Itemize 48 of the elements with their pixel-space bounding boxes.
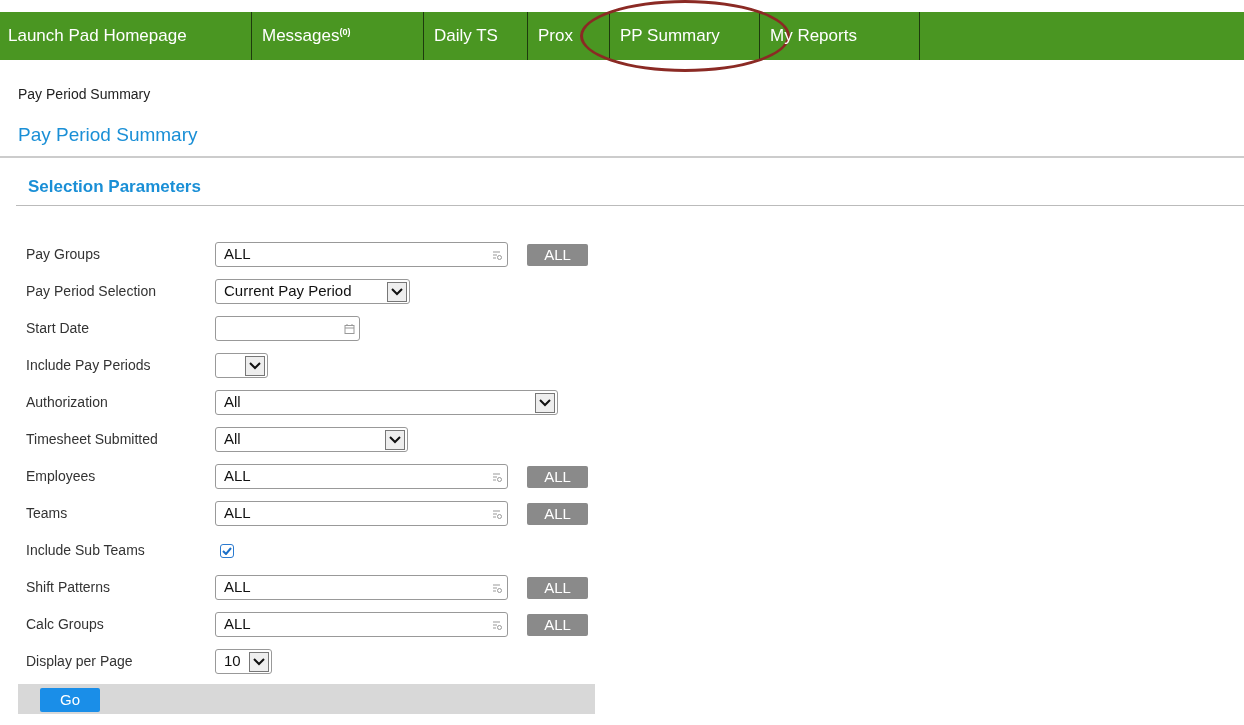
field-label: Include Sub Teams (26, 541, 146, 560)
checkbox[interactable] (220, 543, 234, 558)
nav-link[interactable]: Launch Pad Homepage (0, 12, 252, 60)
field-label: Pay Period Selection (26, 282, 157, 301)
all-button[interactable]: ALL (527, 465, 588, 488)
all-button[interactable]: ALL (527, 613, 588, 636)
section-title: Selection Parameters (16, 173, 1244, 206)
field-label: Timesheet Submitted (26, 430, 159, 449)
all-button[interactable]: ALL (527, 243, 588, 266)
lookup-field[interactable]: ALL (215, 612, 508, 637)
dropdown-value: Current Pay Period (224, 281, 352, 302)
field-value: ALL (224, 244, 251, 265)
nav-link[interactable]: Daily TS (424, 12, 528, 60)
field-label: Display per Page (26, 652, 134, 671)
dropdown[interactable]: All (215, 390, 558, 415)
dropdown[interactable] (215, 353, 268, 378)
nav-link[interactable]: Prox (528, 12, 610, 60)
field-label: Start Date (26, 319, 91, 338)
field-label: Authorization (26, 393, 109, 412)
lookup-field[interactable]: ALL (215, 242, 508, 267)
nav-link[interactable]: PP Summary (610, 12, 760, 60)
lookup-field[interactable]: ALL (215, 464, 508, 489)
field-value: ALL (224, 614, 251, 635)
nav-link[interactable]: My Reports (760, 12, 920, 60)
field-label: Teams (26, 504, 69, 523)
dropdown-value: 10 (224, 651, 241, 672)
breadcrumb: Pay Period Summary (18, 85, 152, 104)
dropdown[interactable]: All (215, 427, 408, 452)
all-button[interactable]: ALL (527, 576, 588, 599)
lookup-field[interactable]: ALL (215, 501, 508, 526)
dropdown[interactable]: Current Pay Period (215, 279, 410, 304)
date-field[interactable] (215, 316, 360, 341)
field-value: ALL (224, 466, 251, 487)
page-title: Pay Period Summary (0, 121, 1244, 158)
dropdown-value: All (224, 392, 241, 413)
field-label: Include Pay Periods (26, 356, 152, 375)
lookup-field[interactable]: ALL (215, 575, 508, 600)
field-label: Pay Groups (26, 245, 101, 264)
field-label: Calc Groups (26, 615, 105, 634)
field-value: ALL (224, 503, 251, 524)
dropdown-value: All (224, 429, 241, 450)
dropdown[interactable]: 10 (215, 649, 272, 674)
nav-link[interactable]: Messages$^{(0)}$ (252, 12, 424, 60)
field-label: Employees (26, 467, 97, 486)
all-button[interactable]: ALL (527, 502, 588, 525)
field-label: Shift Patterns (26, 578, 112, 597)
field-value: ALL (224, 577, 251, 598)
go-button[interactable]: Go (40, 688, 100, 712)
